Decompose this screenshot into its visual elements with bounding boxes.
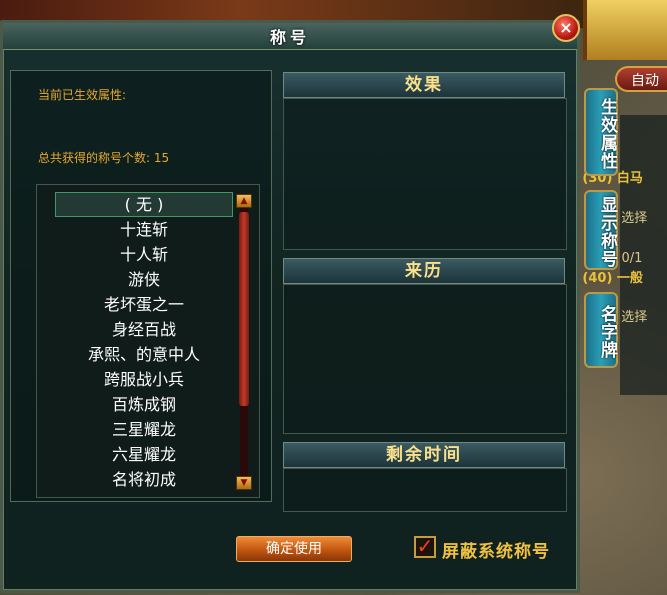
tab-name-plate[interactable]: 名字牌: [584, 292, 618, 368]
list-item[interactable]: 身经百战: [55, 317, 233, 342]
scroll-thumb[interactable]: [239, 212, 249, 406]
effect-box: [283, 98, 567, 250]
list-item[interactable]: 游侠: [55, 267, 233, 292]
total-titles-label: 总共获得的称号个数: 15: [38, 151, 170, 165]
list-item[interactable]: ( 无 ): [55, 192, 233, 217]
list-item[interactable]: 名将初成: [55, 467, 233, 492]
effect-header: 效果: [283, 72, 565, 98]
shield-system-title-label: 屏蔽系统称号: [442, 542, 550, 562]
scroll-up-icon[interactable]: ▲: [236, 194, 252, 208]
minimap-frame: [583, 0, 667, 60]
list-item[interactable]: 六星耀龙: [55, 442, 233, 467]
list-item[interactable]: 十人斩: [55, 242, 233, 267]
tab-active-attributes[interactable]: 生效属性: [584, 88, 618, 176]
remaining-time-header: 剩余时间: [283, 442, 565, 468]
list-item[interactable]: 承熙、的意中人: [55, 342, 233, 367]
title-list: ( 无 ) 十连斩 十人斩 游侠 老坏蛋之一 身经百战 承熙、的意中人 跨服战小…: [55, 192, 233, 492]
title-listbox: ( 无 ) 十连斩 十人斩 游侠 老坏蛋之一 身经百战 承熙、的意中人 跨服战小…: [36, 184, 260, 498]
dialog-title: 称号: [269, 28, 310, 47]
origin-header: 来历: [283, 258, 565, 284]
list-item[interactable]: 十连斩: [55, 217, 233, 242]
dialog-title-bar: 称号: [3, 23, 577, 50]
shield-system-title-checkbox[interactable]: ✓: [414, 536, 436, 558]
list-item[interactable]: 三星耀龙: [55, 417, 233, 442]
current-attr-label: 当前已生效属性:: [38, 88, 127, 102]
close-button[interactable]: ×: [552, 14, 580, 42]
confirm-use-button[interactable]: 确定使用: [236, 536, 352, 562]
auto-button[interactable]: 自动: [615, 66, 667, 92]
remaining-time-box: [283, 468, 567, 512]
list-item[interactable]: 老坏蛋之一: [55, 292, 233, 317]
list-scrollbar[interactable]: ▲ ▼: [236, 194, 252, 490]
origin-box: [283, 284, 567, 434]
scroll-down-icon[interactable]: ▼: [236, 476, 252, 490]
tab-show-title[interactable]: 显示称号: [584, 190, 618, 270]
list-item[interactable]: 百炼成钢: [55, 392, 233, 417]
list-item[interactable]: 跨服战小兵: [55, 367, 233, 392]
